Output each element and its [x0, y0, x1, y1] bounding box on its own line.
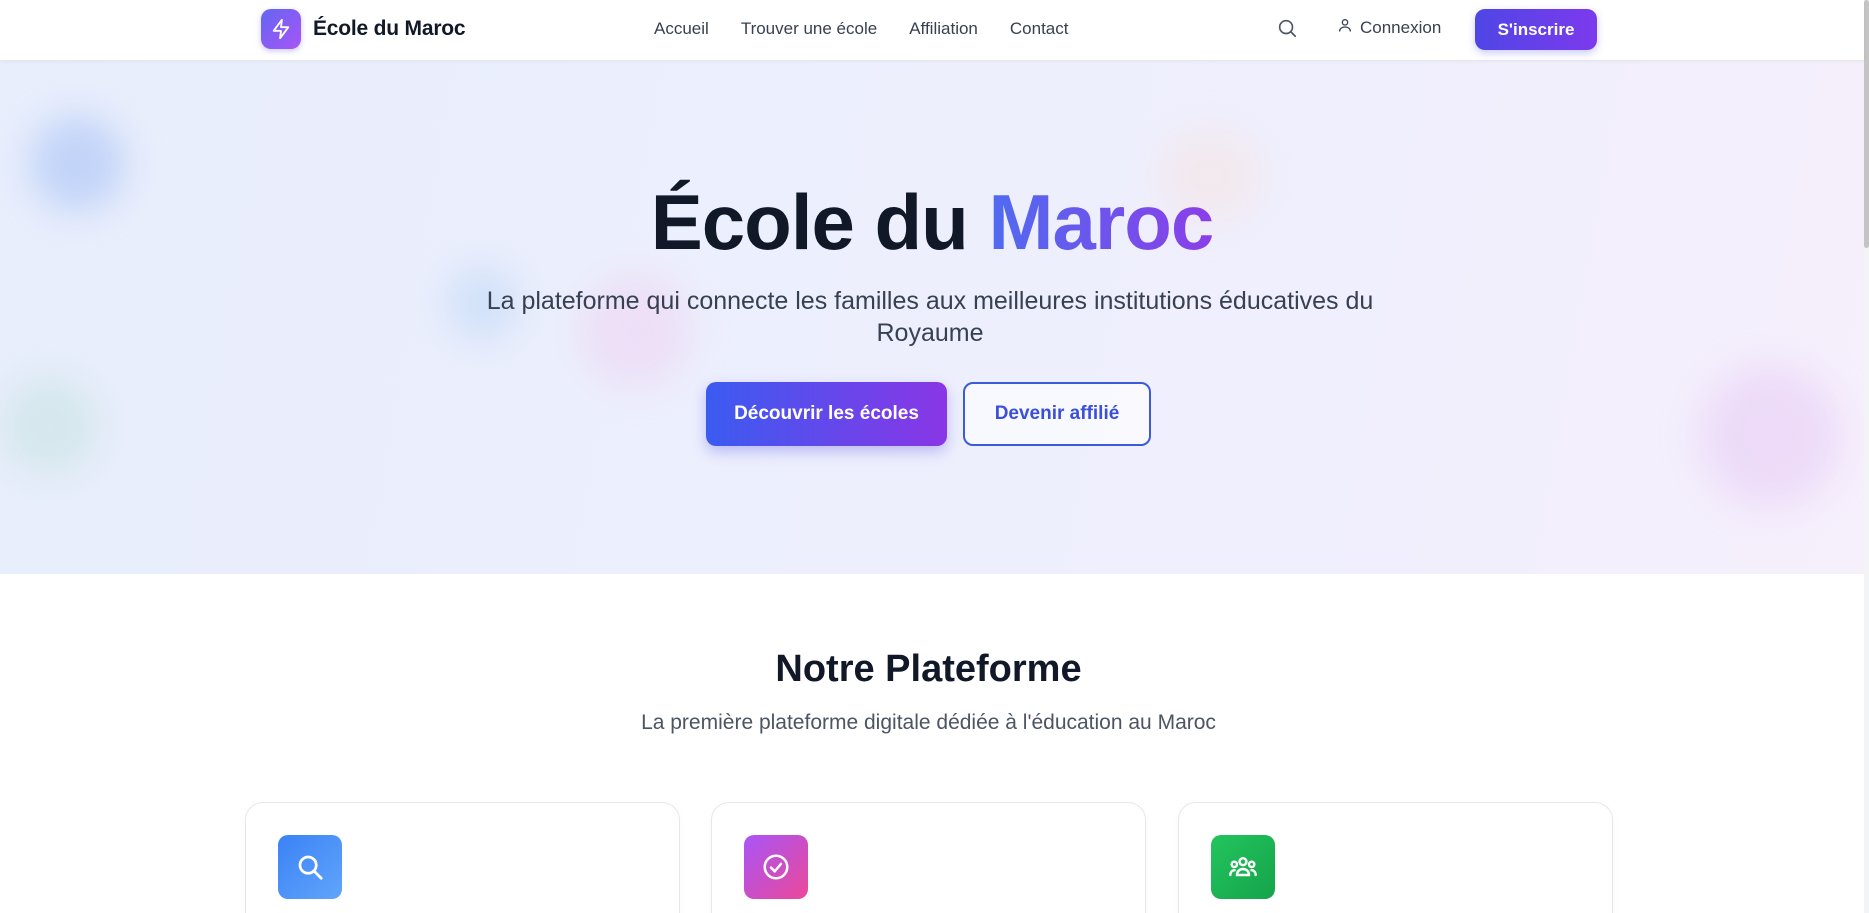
signup-button[interactable]: S'inscrire	[1475, 9, 1597, 50]
nav-link-accueil[interactable]: Accueil	[654, 19, 709, 39]
nav-link-affiliation[interactable]: Affiliation	[909, 19, 978, 39]
hero-title-main: École du	[650, 178, 989, 266]
page-scrollbar[interactable]	[1864, 0, 1869, 913]
hero-section: École du Maroc La plateforme qui connect…	[0, 61, 1864, 574]
hero-title: École du Maroc	[0, 178, 1864, 266]
feature-card-verified	[711, 802, 1146, 913]
search-icon[interactable]	[1276, 17, 1300, 41]
check-circle-icon	[744, 835, 808, 899]
nav-link-contact[interactable]: Contact	[1010, 19, 1069, 39]
hero-title-accent: Maroc	[988, 178, 1215, 266]
scrollbar-thumb[interactable]	[1864, 0, 1869, 248]
platform-section-subtitle: La première plateforme digitale dédiée à…	[641, 711, 1216, 734]
brand-home-link[interactable]: École du Maroc	[261, 9, 466, 49]
platform-section-title: Notre Plateforme	[775, 648, 1082, 690]
decorative-blob	[0, 376, 100, 476]
search-icon	[278, 835, 342, 899]
lightning-bolt-icon	[261, 9, 301, 49]
login-button[interactable]: Connexion	[1337, 17, 1441, 38]
user-icon	[1337, 17, 1353, 38]
feature-card-search	[245, 802, 680, 913]
brand-name: École du Maroc	[313, 17, 466, 40]
users-icon	[1211, 835, 1275, 899]
main-nav: Accueil Trouver une école Affiliation Co…	[654, 0, 1068, 58]
login-label: Connexion	[1360, 17, 1442, 37]
become-affiliate-button[interactable]: Devenir affilié	[963, 382, 1151, 446]
discover-schools-button[interactable]: Découvrir les écoles	[706, 382, 947, 446]
top-navbar: École du Maroc Accueil Trouver une école…	[0, 0, 1864, 61]
decorative-blob	[1700, 366, 1840, 506]
hero-subtitle: La plateforme qui connecte les familles …	[486, 287, 1374, 347]
nav-link-trouver-ecole[interactable]: Trouver une école	[741, 19, 877, 39]
feature-card-community	[1178, 802, 1613, 913]
